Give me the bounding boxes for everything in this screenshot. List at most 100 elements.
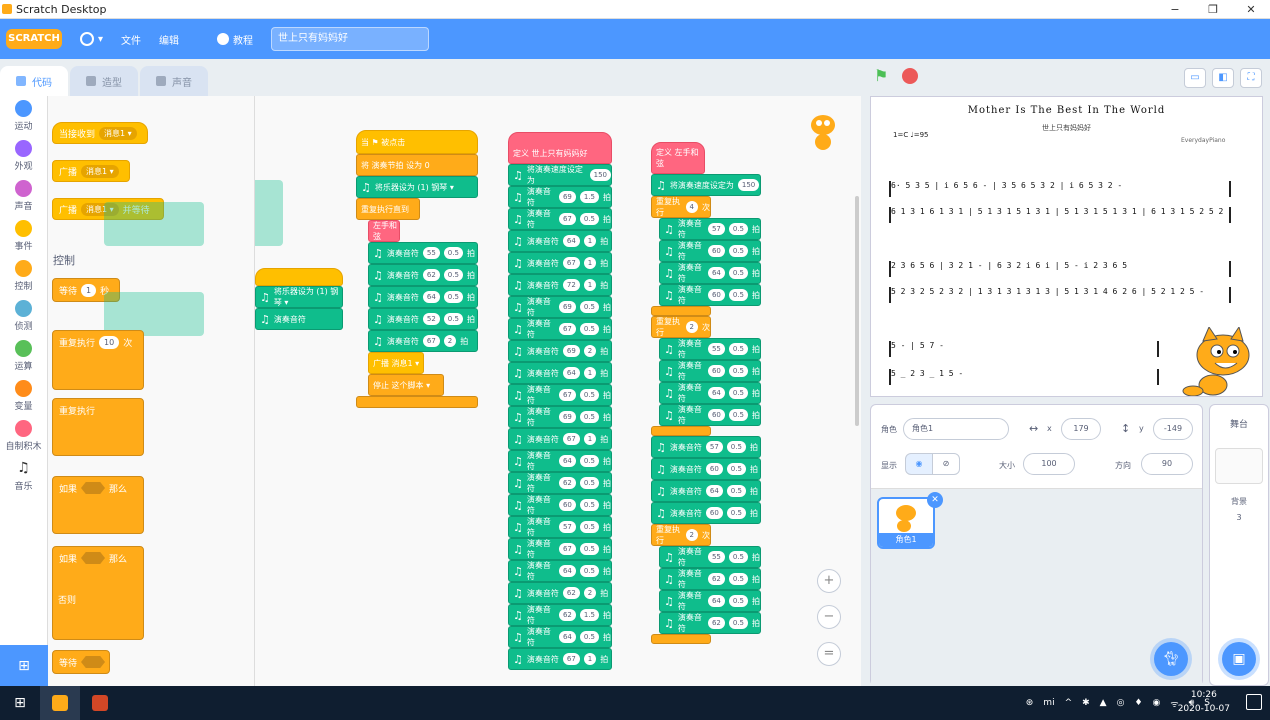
powerpoint-taskbar-app[interactable] [80,686,120,720]
zoom-reset-button[interactable]: = [817,642,841,666]
loop-end[interactable] [651,634,711,644]
beats-input[interactable]: 0.5 [579,565,599,577]
direction-input[interactable]: 90 [1141,453,1193,475]
play-note-block[interactable]: ♫ 演奏音符 60 0.5 拍 [651,458,761,480]
play-note-block[interactable]: ♫ 演奏音符 60 0.5 拍 [508,494,612,516]
note-input[interactable]: 64 [558,631,576,643]
message-dropdown[interactable]: 消息1 ▾ [81,164,119,178]
beats-input[interactable]: 0.5 [579,213,599,225]
define-block[interactable]: 定义 左手和弦 [651,142,705,174]
play-note-block[interactable]: ♫ 演奏音符 67 0.5 拍 [508,208,612,230]
note-input[interactable]: 67 [422,335,440,347]
beats-input[interactable]: 0.5 [443,247,463,259]
windows-start-icon[interactable]: ⊞ [0,695,40,711]
beats-input[interactable]: 1.5 [579,191,599,203]
beats-input[interactable]: 0.5 [728,551,748,563]
choose-backdrop-button[interactable]: ▣ [1222,642,1256,676]
broadcast-block[interactable]: 广播 消息1 ▾ [368,352,424,374]
small-stage-button[interactable]: ▭ [1184,68,1206,88]
beats-input[interactable]: 2 [583,587,597,599]
note-input[interactable]: 67 [558,323,576,335]
forever-block[interactable]: 重复执行 [52,398,144,456]
play-note-block[interactable]: ♫ 演奏音符 60 0.5 拍 [659,404,761,426]
note-input[interactable]: 62 [558,609,576,621]
show-eye-icon[interactable]: ◉ [905,453,933,475]
note-input[interactable]: 57 [705,441,723,453]
play-note-block[interactable]: ♫ 演奏音符 55 0.5 拍 [659,546,761,568]
if-then-block[interactable]: 如果 那么 [52,476,144,534]
note-input[interactable]: 64 [707,595,725,607]
tray-icon[interactable]: ✱ [1082,698,1090,708]
note-input[interactable]: 67 [558,389,576,401]
beats-input[interactable]: 1.5 [579,609,599,621]
fullscreen-button[interactable]: ⛶ [1240,68,1262,88]
beats-input[interactable]: 0.5 [579,631,599,643]
backdrop-thumbnail[interactable] [1215,448,1263,484]
tab-costumes[interactable]: 造型 [70,66,138,96]
add-extension-button[interactable]: ⊞ [0,645,48,686]
tray-icon[interactable]: ◉ [1153,698,1161,708]
play-note-block[interactable]: ♫ 演奏音符 67 1 拍 [508,252,612,274]
green-flag-icon[interactable]: ⚑ [874,68,892,84]
play-note-block[interactable]: ♫ 演奏音符 64 0.5 拍 [651,480,761,502]
play-note-block[interactable]: ♫ 演奏音符 64 0.5 拍 [659,382,761,404]
workspace-scrollbar[interactable] [855,196,859,426]
beats-input[interactable]: 1 [583,653,597,665]
green-flag-script[interactable]: 当 ⚑ 被点击将 演奏节拍 设为 0 ♫ 将乐器设为 (1) 钢琴 ▾ 重复执行直到左… [356,130,478,408]
beats-input[interactable]: 0.5 [728,365,748,377]
beats-input[interactable]: 0.5 [579,301,599,313]
condition-slot[interactable] [81,552,106,564]
play-note-block[interactable]: ♫ 演奏音符 62 0.5 拍 [659,568,761,590]
repeat-block[interactable]: 重复执行 2 次 [651,524,711,546]
note-input[interactable]: 67 [558,213,576,225]
edit-menu[interactable]: 编辑 [159,32,179,47]
broadcast-block[interactable]: 广播 消息1 ▾ [52,160,130,182]
beats-input[interactable]: 0.5 [579,411,599,423]
note-input[interactable]: 55 [422,247,440,259]
play-note-block[interactable]: ♫ 演奏音符 62 1.5 拍 [508,604,612,626]
category-7[interactable]: 变量 [0,376,47,416]
play-note-block[interactable]: ♫ 演奏音符 69 0.5 拍 [508,406,612,428]
sprite-name-input[interactable]: 角色1 [903,418,1009,440]
choose-sprite-button[interactable]: 🐈︎ [1154,642,1188,676]
play-note-block[interactable]: ♫ 演奏音符 62 0.5 拍 [368,264,478,286]
category-0[interactable]: 运动 [0,96,47,136]
tray-icon[interactable]: mi [1043,698,1054,708]
taskbar-clock[interactable]: 10:26 2020-10-07 [1178,688,1230,716]
beats-input[interactable]: 0.5 [443,291,463,303]
play-note-block[interactable]: ♫ 演奏音符 55 0.5 拍 [368,242,478,264]
tray-icon[interactable]: ▲ [1100,698,1107,708]
note-input[interactable]: 64 [562,367,580,379]
note-input[interactable]: 69 [558,191,576,203]
note-input[interactable]: 60 [705,507,723,519]
beats-input[interactable]: 0.5 [726,507,746,519]
tray-icon[interactable]: ⊛ [1026,698,1034,708]
note-input[interactable]: 69 [558,301,576,313]
beats-input[interactable]: 0.5 [728,245,748,257]
beats-input[interactable]: 0.5 [728,223,748,235]
note-input[interactable]: 60 [707,245,725,257]
note-input[interactable]: 55 [707,343,725,355]
beats-input[interactable]: 0.5 [728,573,748,585]
note-input[interactable]: 60 [707,365,725,377]
note-input[interactable]: 60 [707,289,725,301]
beats-input[interactable]: 0.5 [726,485,746,497]
scratch-logo[interactable]: SCRATCH [6,29,62,49]
note-input[interactable]: 57 [558,521,576,533]
beats-input[interactable]: 0.5 [728,289,748,301]
loop-end[interactable] [651,306,711,316]
beats-input[interactable]: 0.5 [726,463,746,475]
play-note-block[interactable]: ♫ 演奏音符 64 0.5 拍 [508,560,612,582]
play-note-block[interactable]: ♫ 演奏音符 67 1 拍 [508,428,612,450]
play-note-block[interactable]: ♫ 演奏音符 69 2 拍 [508,340,612,362]
beats-input[interactable]: 2 [583,345,597,357]
tab-sounds[interactable]: 声音 [140,66,208,96]
set-tempo-block[interactable]: ♫ 将演奏速度设定为 150 [651,174,761,196]
beats-input[interactable]: 0.5 [728,595,748,607]
beats-input[interactable]: 1 [583,257,597,269]
note-input[interactable]: 57 [707,223,725,235]
category-9[interactable]: ♫ 音乐 [0,456,47,496]
play-note-block[interactable]: ♫ 演奏音符 67 2 拍 [368,330,478,352]
note-input[interactable]: 72 [562,279,580,291]
tray-icon[interactable]: ♦ [1134,698,1142,708]
